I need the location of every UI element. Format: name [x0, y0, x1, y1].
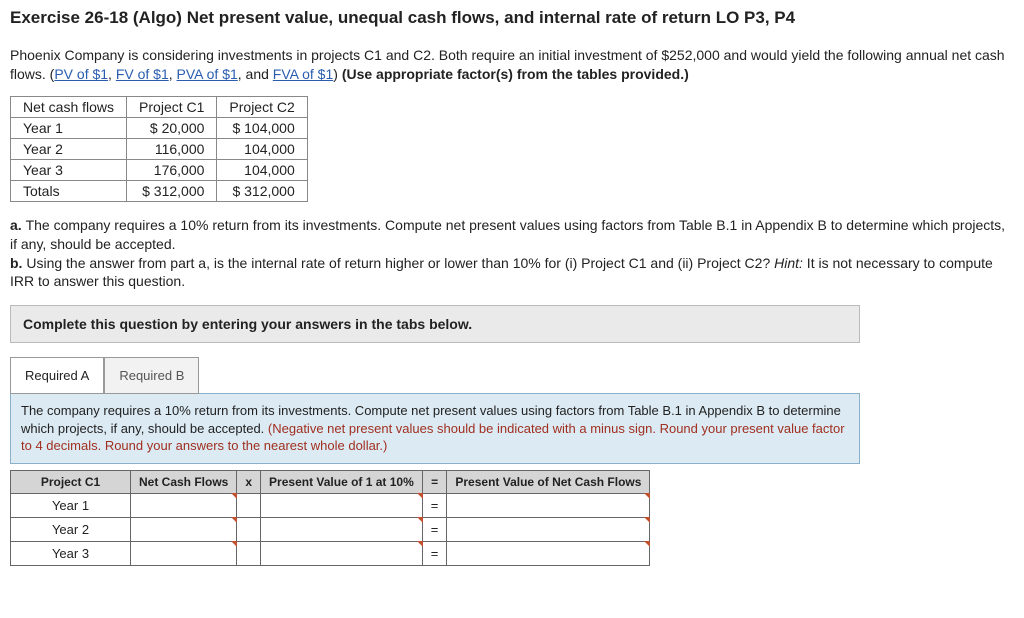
q-a-lead: a.	[10, 217, 26, 233]
ans-row-label: Year 3	[11, 541, 131, 565]
cf-header-c1: Project C1	[127, 96, 217, 117]
answer-table: Project C1 Net Cash Flows x Present Valu…	[10, 470, 650, 566]
cf-totals-label: Totals	[11, 180, 127, 201]
ncf-input-y2[interactable]	[131, 517, 237, 541]
sep2: ,	[169, 66, 177, 82]
intro-paragraph: Phoenix Company is considering investmen…	[10, 46, 1014, 84]
op-blank	[237, 541, 261, 565]
ans-row-label: Year 1	[11, 493, 131, 517]
link-pva[interactable]: PVA of $1	[177, 66, 238, 82]
cf-cell: 104,000	[217, 138, 307, 159]
complete-prompt: Complete this question by entering your …	[10, 305, 860, 343]
q-hint-label: Hint:	[774, 255, 803, 271]
sep1: ,	[108, 66, 116, 82]
table-row: Year 3 =	[11, 541, 650, 565]
cf-cell: $ 20,000	[127, 117, 217, 138]
link-fv[interactable]: FV of $1	[116, 66, 169, 82]
op-eq: =	[422, 517, 447, 541]
ans-h-pvncf: Present Value of Net Cash Flows	[447, 470, 650, 493]
pvf-input-y2[interactable]	[261, 517, 423, 541]
ans-h-pvfactor: Present Value of 1 at 10%	[261, 470, 423, 493]
questions-block: a. The company requires a 10% return fro…	[10, 216, 1014, 292]
cf-row-label: Year 1	[11, 117, 127, 138]
tab-bar: Required A Required B	[10, 357, 860, 394]
cf-cell: $ 104,000	[217, 117, 307, 138]
ncf-input-y1[interactable]	[131, 493, 237, 517]
cf-row-label: Year 3	[11, 159, 127, 180]
q-a-text: The company requires a 10% return from i…	[10, 217, 1005, 252]
link-fva[interactable]: FVA of $1	[273, 66, 333, 82]
pvf-input-y1[interactable]	[261, 493, 423, 517]
op-blank	[237, 493, 261, 517]
cf-total-c1: $ 312,000	[127, 180, 217, 201]
table-row: Year 1 =	[11, 493, 650, 517]
exercise-title: Exercise 26-18 (Algo) Net present value,…	[10, 8, 1014, 28]
sub-instructions: The company requires a 10% return from i…	[10, 393, 860, 464]
ans-h-x: x	[237, 470, 261, 493]
cf-cell: 176,000	[127, 159, 217, 180]
cash-flows-table: Net cash flows Project C1 Project C2 Yea…	[10, 96, 308, 202]
tab-required-a[interactable]: Required A	[10, 357, 104, 394]
cf-total-c2: $ 312,000	[217, 180, 307, 201]
q-b-lead: b.	[10, 255, 26, 271]
link-pv[interactable]: PV of $1	[54, 66, 108, 82]
pvncf-input-y2[interactable]	[447, 517, 650, 541]
cf-header-label: Net cash flows	[11, 96, 127, 117]
pvncf-input-y3[interactable]	[447, 541, 650, 565]
ans-h-ncf: Net Cash Flows	[131, 470, 237, 493]
intro-text-b: )	[333, 66, 342, 82]
table-row: Year 2 =	[11, 517, 650, 541]
op-blank	[237, 517, 261, 541]
cf-row-label: Year 2	[11, 138, 127, 159]
op-eq: =	[422, 541, 447, 565]
ans-row-label: Year 2	[11, 517, 131, 541]
use-factors-note: (Use appropriate factor(s) from the tabl…	[342, 66, 689, 82]
and: , and	[238, 66, 273, 82]
ans-h-eq: =	[422, 470, 447, 493]
pvf-input-y3[interactable]	[261, 541, 423, 565]
pvncf-input-y1[interactable]	[447, 493, 650, 517]
ncf-input-y3[interactable]	[131, 541, 237, 565]
cf-cell: 104,000	[217, 159, 307, 180]
ans-h-project: Project C1	[11, 470, 131, 493]
tab-required-b[interactable]: Required B	[104, 357, 199, 394]
cf-cell: 116,000	[127, 138, 217, 159]
op-eq: =	[422, 493, 447, 517]
cf-header-c2: Project C2	[217, 96, 307, 117]
q-b-text1: Using the answer from part a, is the int…	[26, 255, 774, 271]
